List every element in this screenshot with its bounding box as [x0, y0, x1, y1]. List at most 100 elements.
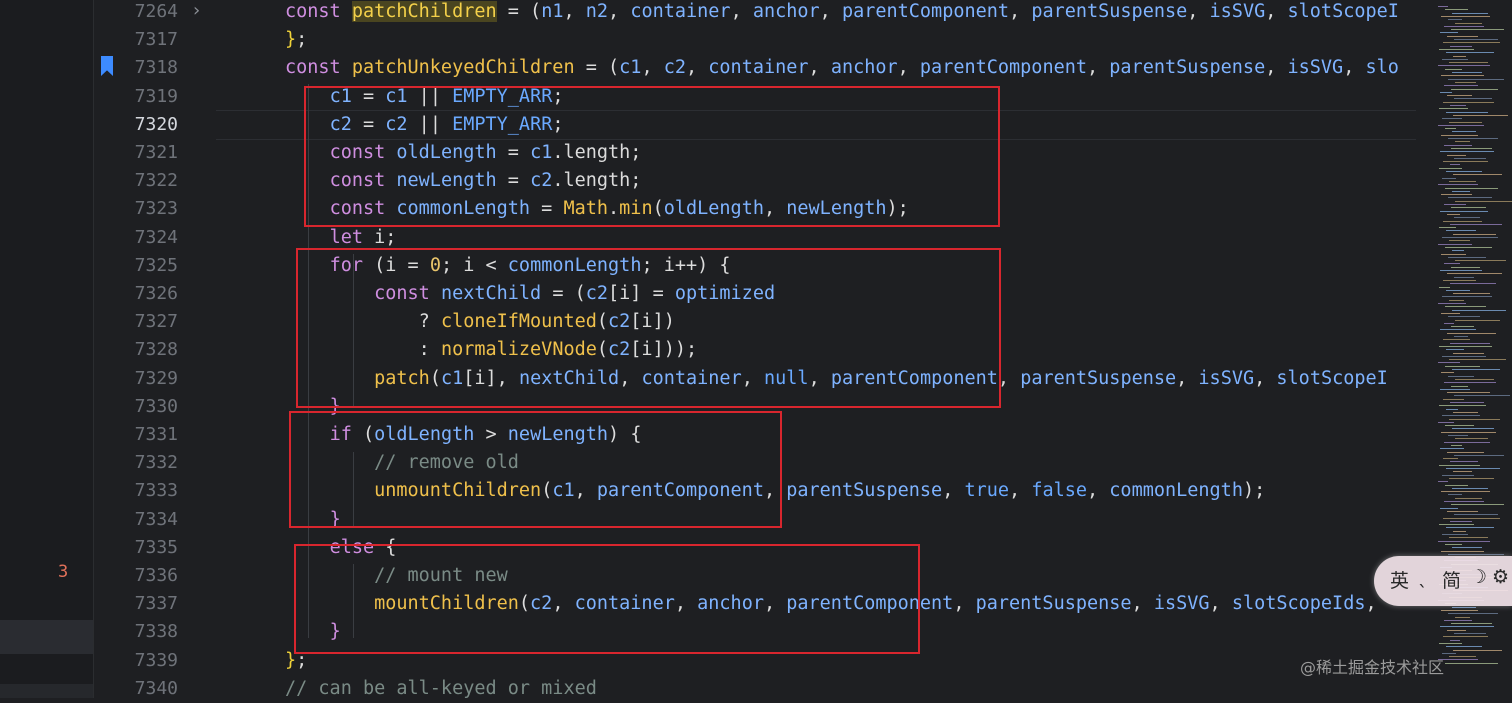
line-number[interactable]: 7330 [94, 393, 178, 421]
code-token: parentComponent [919, 57, 1087, 79]
code-token: parentComponent [841, 1, 1010, 22]
minimap-line [1451, 326, 1474, 328]
line-number[interactable]: 7325 [94, 252, 178, 280]
code-line[interactable]: const patchChildren = (n1, n2, container… [285, 0, 1399, 26]
minimap-line [1455, 497, 1482, 499]
line-number[interactable]: 7339 [94, 647, 178, 675]
line-number[interactable]: 7324 [94, 224, 178, 252]
annotation-box [294, 544, 920, 654]
code-token: , [608, 1, 631, 22]
annotation-box [296, 248, 1001, 408]
minimap-line [1438, 124, 1484, 126]
line-number[interactable]: 7337 [94, 590, 178, 618]
minimap-line [1447, 451, 1484, 453]
code-token: parentSuspense [1020, 367, 1177, 389]
minimap-line [1446, 289, 1470, 291]
minimap-line [1448, 435, 1468, 436]
line-number[interactable]: 7331 [94, 421, 178, 449]
code-token: , [1265, 57, 1288, 79]
minimap-line [1446, 230, 1476, 232]
minimap-line [1454, 454, 1504, 456]
line-number[interactable]: 7329 [94, 365, 178, 393]
line-number[interactable]: 7333 [94, 477, 178, 505]
minimap-line [1445, 662, 1498, 664]
code-token: isSVG [1209, 1, 1266, 22]
line-number[interactable]: 7326 [94, 280, 178, 308]
line-number[interactable]: 7334 [94, 506, 178, 534]
minimap-line [1444, 382, 1496, 384]
selected-row[interactable] [0, 620, 93, 654]
minimap-line [1448, 375, 1474, 377]
moon-icon[interactable]: ☽ [1470, 566, 1487, 588]
minimap-line [1453, 114, 1508, 116]
line-number[interactable]: 7340 [94, 675, 178, 703]
minimap-line [1443, 101, 1494, 103]
minimap-line [1447, 273, 1502, 275]
ime-toolbar[interactable]: 英 ˎ 简 ☽ ⚙ [1374, 556, 1512, 606]
minimap-line [1438, 303, 1466, 304]
ime-language[interactable]: 英 [1390, 566, 1409, 593]
minimap-line [1450, 639, 1460, 641]
minimap-line [1448, 553, 1504, 555]
line-number[interactable]: 7327 [94, 308, 178, 336]
minimap-line [1447, 510, 1478, 512]
minimap-line [1448, 138, 1498, 139]
code-token: = ( [574, 57, 620, 79]
minimap-line [1455, 319, 1500, 321]
minimap-line [1452, 12, 1488, 14]
minimap-line [1443, 517, 1500, 519]
line-number[interactable]: 7321 [94, 139, 178, 167]
minimap-line [1440, 91, 1452, 93]
line-number[interactable]: 7322 [94, 167, 178, 195]
code-token: isSVG [1198, 367, 1255, 389]
minimap-line [1439, 405, 1486, 407]
minimap-line [1450, 461, 1478, 463]
minimap-line [1443, 42, 1500, 44]
line-number[interactable]: 7336 [94, 562, 178, 590]
code-token: , [897, 57, 920, 79]
line-number[interactable]: 7338 [94, 618, 178, 646]
code-line[interactable]: // can be all-keyed or mixed [285, 675, 597, 698]
ime-mode[interactable]: 简 [1442, 566, 1461, 593]
line-number[interactable]: 7328 [94, 336, 178, 364]
code-line[interactable]: }; [285, 26, 307, 54]
minimap-line [1452, 250, 1464, 252]
minimap-line [1444, 25, 1484, 27]
minimap-line [1438, 540, 1490, 542]
code-token: let [329, 226, 375, 248]
line-number[interactable]: 7335 [94, 534, 178, 562]
code-token: , [1265, 1, 1288, 22]
code-token: , [563, 1, 586, 22]
code-token: ; [296, 29, 308, 51]
minimap-line [1452, 487, 1488, 489]
ime-punct-icon[interactable]: ˎ [1418, 566, 1428, 588]
fold-chevron-icon[interactable]: › [193, 0, 200, 21]
code-line[interactable]: const patchUnkeyedChildren = (c1, c2, co… [285, 54, 1399, 82]
line-number[interactable]: 7319 [94, 83, 178, 111]
minimap-line [1444, 204, 1466, 205]
code-token: isSVG [1287, 57, 1344, 79]
code-token: , [1009, 480, 1032, 502]
minimap-line [1455, 22, 1482, 24]
minimap-line [1444, 619, 1472, 621]
row[interactable] [0, 684, 93, 698]
minimap-line [1441, 194, 1472, 196]
minimap-line [1441, 312, 1460, 314]
code-token: , [953, 593, 976, 615]
code-token: n2 [585, 1, 609, 22]
minimap-line [1450, 342, 1490, 344]
line-number[interactable]: 7323 [94, 195, 178, 223]
gear-icon[interactable]: ⚙ [1492, 566, 1509, 588]
code-token: , [1343, 57, 1366, 79]
line-number[interactable]: 7317 [94, 26, 178, 54]
minimap-line [1446, 646, 1482, 648]
code-token: ); [1242, 480, 1266, 502]
line-number[interactable]: 7320 [94, 111, 178, 139]
minimap-line [1444, 501, 1484, 502]
minimap-line [1453, 293, 1490, 295]
line-number[interactable]: 7332 [94, 449, 178, 477]
minimap-line [1455, 378, 1494, 380]
line-number[interactable]: 7264 [94, 0, 178, 26]
minimap-line [1450, 223, 1502, 225]
minimap-line [1442, 118, 1462, 120]
